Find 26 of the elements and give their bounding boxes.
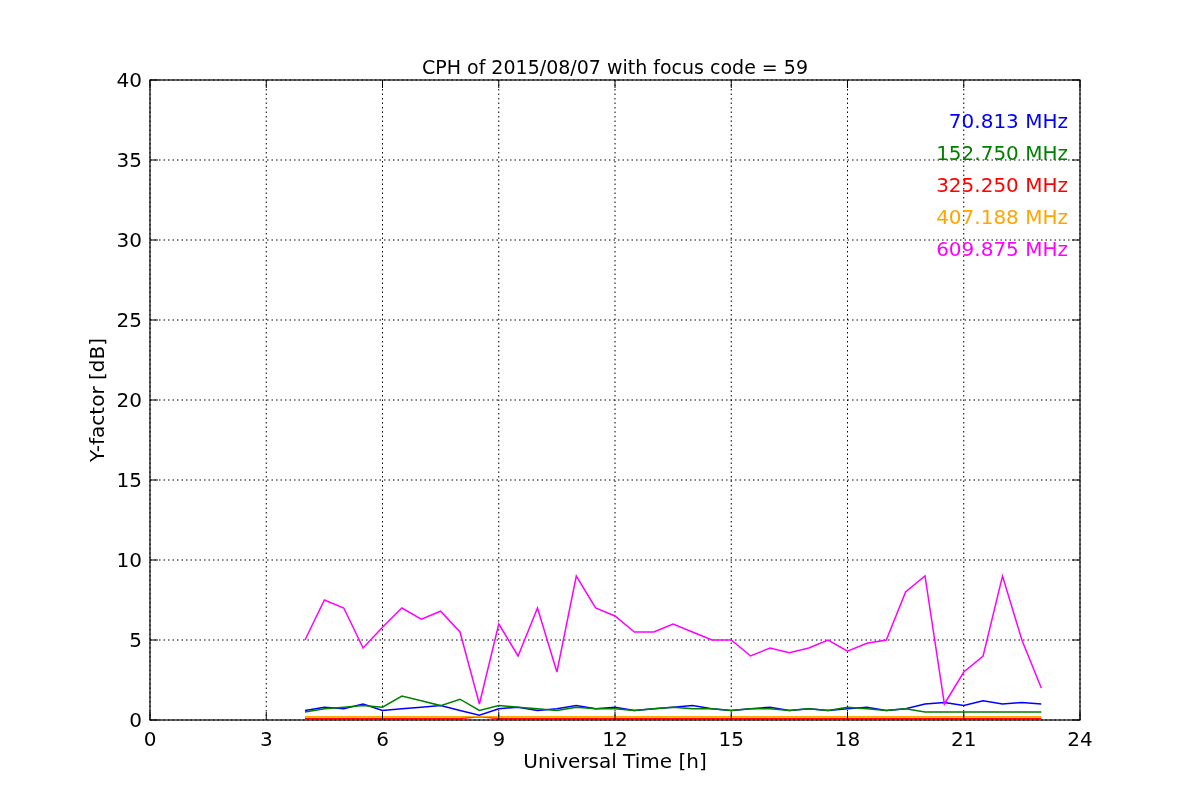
x-tick-label: 15 <box>718 727 744 751</box>
x-tick-label: 0 <box>143 727 157 751</box>
y-tick-label: 10 <box>116 548 142 572</box>
y-tick-label: 5 <box>129 628 142 652</box>
y-tick-label: 35 <box>116 148 142 172</box>
x-tick-label: 21 <box>951 727 977 751</box>
x-tick-label: 18 <box>834 727 861 751</box>
legend-label: 70.813 MHz <box>948 109 1068 133</box>
y-tick-label: 40 <box>116 68 142 92</box>
y-tick-label: 25 <box>116 308 142 332</box>
x-tick-label: 3 <box>259 727 273 751</box>
legend-label: 609.875 MHz <box>936 237 1068 261</box>
y-tick-label: 0 <box>129 708 142 732</box>
x-tick-label: 12 <box>602 727 628 751</box>
x-tick-label: 9 <box>492 727 506 751</box>
x-tick-label: 24 <box>1067 727 1093 751</box>
legend-label: 152.750 MHz <box>936 141 1068 165</box>
x-axis-label: Universal Time [h] <box>523 749 707 773</box>
y-tick-label: 15 <box>116 468 142 492</box>
legend-label: 325.250 MHz <box>936 173 1068 197</box>
y-tick-label: 30 <box>116 228 142 252</box>
x-tick-label: 6 <box>376 727 389 751</box>
y-tick-label: 20 <box>116 388 142 412</box>
legend-label: 407.188 MHz <box>936 205 1068 229</box>
chart-title: CPH of 2015/08/07 with focus code = 59 <box>422 56 808 78</box>
y-axis-label: Y-factor [dB] <box>85 338 109 462</box>
